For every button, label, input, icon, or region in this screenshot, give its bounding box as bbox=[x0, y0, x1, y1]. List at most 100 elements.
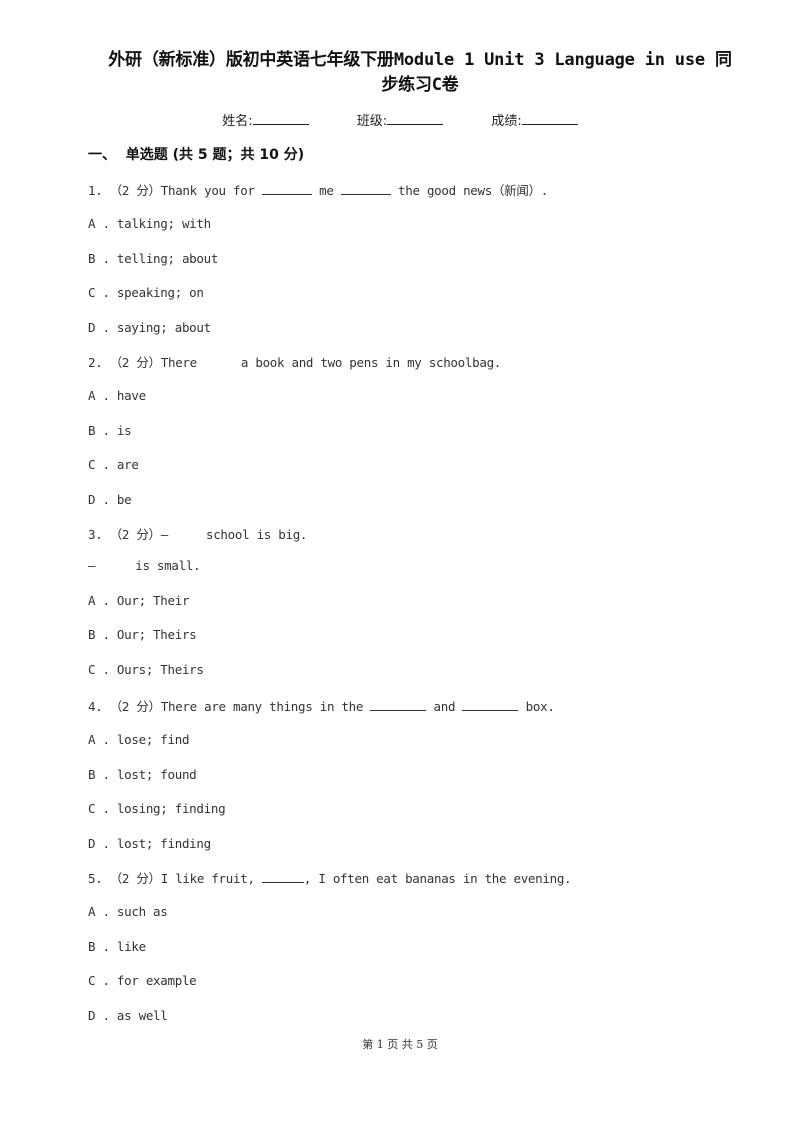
stem-text: , I often eat bananas in the evening. bbox=[303, 871, 572, 886]
option-4c: C . losing; finding bbox=[88, 801, 226, 816]
question-number: 5. bbox=[88, 871, 103, 886]
option-text: are bbox=[116, 457, 139, 472]
option-letter: A . bbox=[88, 904, 110, 919]
option-letter: C . bbox=[88, 457, 110, 472]
option-2b: B . is bbox=[88, 423, 132, 438]
option-5c: C . for example bbox=[88, 973, 197, 988]
question-2-stem: 2. （2 分）There a book and two pens in my s… bbox=[88, 352, 501, 371]
question-points: （2 分） bbox=[109, 527, 161, 542]
answer-blank bbox=[261, 871, 304, 883]
option-text: speaking; on bbox=[116, 285, 204, 300]
option-text: like bbox=[116, 939, 146, 954]
option-letter: A . bbox=[88, 732, 110, 747]
title-line-2: 步练习C卷 bbox=[381, 75, 459, 95]
name-blank bbox=[252, 112, 309, 125]
option-letter: D . bbox=[88, 320, 110, 335]
option-1c: C . speaking; on bbox=[88, 285, 204, 300]
option-4a: A . lose; find bbox=[88, 732, 189, 747]
question-points: （2 分） bbox=[109, 355, 161, 370]
question-points: （2 分） bbox=[109, 699, 161, 714]
document-title: 外研（新标准）版初中英语七年级下册Module 1 Unit 3 Languag… bbox=[80, 48, 760, 98]
score-label: 成绩: bbox=[491, 114, 522, 129]
option-5d: D . as well bbox=[88, 1008, 168, 1023]
option-text: have bbox=[116, 388, 146, 403]
option-letter: D . bbox=[88, 836, 110, 851]
question-number: 3. bbox=[88, 527, 103, 542]
stem-text: I like fruit, bbox=[160, 871, 262, 886]
question-number: 2. bbox=[88, 355, 103, 370]
option-letter: D . bbox=[88, 1008, 110, 1023]
option-letter: A . bbox=[88, 593, 110, 608]
question-4-stem: 4. （2 分）There are many things in the and… bbox=[88, 696, 555, 715]
option-letter: C . bbox=[88, 285, 110, 300]
option-text: losing; finding bbox=[116, 801, 226, 816]
option-letter: B . bbox=[88, 939, 110, 954]
question-3-stem: 3. （2 分）— school is big. bbox=[88, 524, 307, 543]
option-letter: C . bbox=[88, 662, 110, 677]
option-4d: D . lost; finding bbox=[88, 836, 211, 851]
option-text: as well bbox=[116, 1008, 168, 1023]
option-text: Ours; Theirs bbox=[116, 662, 204, 677]
option-text: be bbox=[116, 492, 132, 507]
class-blank bbox=[387, 112, 444, 125]
score-blank bbox=[521, 112, 578, 125]
option-letter: A . bbox=[88, 388, 110, 403]
class-label: 班级: bbox=[356, 114, 388, 129]
question-5-stem: 5. （2 分）I like fruit, , I often eat bana… bbox=[88, 868, 572, 887]
stem-text: Thank you for bbox=[160, 183, 262, 198]
option-1a: A . talking; with bbox=[88, 216, 211, 231]
page-footer: 第 1 页 共 5 页 bbox=[362, 1038, 438, 1051]
question-1-stem: 1. （2 分）Thank you for me the good news（新… bbox=[88, 180, 548, 199]
option-text: for example bbox=[116, 973, 197, 988]
stem-text: is small. bbox=[135, 558, 201, 573]
option-text: Our; Theirs bbox=[116, 627, 197, 642]
question-3-stem-line2: — is small. bbox=[88, 558, 201, 573]
option-text: saying; about bbox=[116, 320, 211, 335]
stem-text: — bbox=[160, 527, 169, 542]
question-points: （2 分） bbox=[109, 183, 161, 198]
option-4b: B . lost; found bbox=[88, 767, 197, 782]
option-1b: B . telling; about bbox=[88, 251, 218, 266]
option-3b: B . Our; Theirs bbox=[88, 627, 197, 642]
option-5b: B . like bbox=[88, 939, 146, 954]
option-text: talking; with bbox=[116, 216, 211, 231]
option-3a: A . Our; Their bbox=[88, 593, 189, 608]
option-text: lost; finding bbox=[116, 836, 211, 851]
document-page: 外研（新标准）版初中英语七年级下册Module 1 Unit 3 Languag… bbox=[0, 0, 800, 1132]
option-3c: C . Ours; Theirs bbox=[88, 662, 204, 677]
option-letter: B . bbox=[88, 251, 110, 266]
name-field: 姓名: bbox=[222, 110, 309, 129]
option-2d: D . be bbox=[88, 492, 132, 507]
option-letter: A . bbox=[88, 216, 110, 231]
option-letter: B . bbox=[88, 423, 110, 438]
option-letter: B . bbox=[88, 627, 110, 642]
stem-text: school is big. bbox=[205, 527, 308, 542]
stem-text: There bbox=[160, 355, 197, 370]
stem-text: There are many things in the bbox=[160, 699, 371, 714]
answer-blank bbox=[340, 183, 391, 195]
question-number: 1. bbox=[88, 183, 103, 198]
option-letter: D . bbox=[88, 492, 110, 507]
option-text: such as bbox=[116, 904, 168, 919]
stem-text: the good news（新闻）. bbox=[390, 183, 549, 198]
stem-text: and bbox=[426, 699, 463, 714]
answer-blank bbox=[462, 699, 519, 711]
student-info-row: 姓名: 班级: 成绩: bbox=[0, 110, 800, 129]
option-2c: C . are bbox=[88, 457, 139, 472]
section-heading: 一、 单选题 (共 5 题；共 10 分) bbox=[88, 147, 305, 163]
option-text: lost; found bbox=[116, 767, 197, 782]
option-text: lose; find bbox=[116, 732, 190, 747]
option-text: telling; about bbox=[116, 251, 219, 266]
score-field: 成绩: bbox=[491, 110, 578, 129]
stem-text: box. bbox=[518, 699, 555, 714]
option-1d: D . saying; about bbox=[88, 320, 211, 335]
stem-text: a book and two pens in my schoolbag. bbox=[240, 355, 502, 370]
option-letter: C . bbox=[88, 973, 110, 988]
answer-blank bbox=[261, 183, 312, 195]
stem-text: me bbox=[311, 183, 341, 198]
option-text: Our; Their bbox=[116, 593, 190, 608]
option-5a: A . such as bbox=[88, 904, 168, 919]
option-2a: A . have bbox=[88, 388, 146, 403]
question-points: （2 分） bbox=[109, 871, 161, 886]
answer-blank bbox=[370, 699, 427, 711]
